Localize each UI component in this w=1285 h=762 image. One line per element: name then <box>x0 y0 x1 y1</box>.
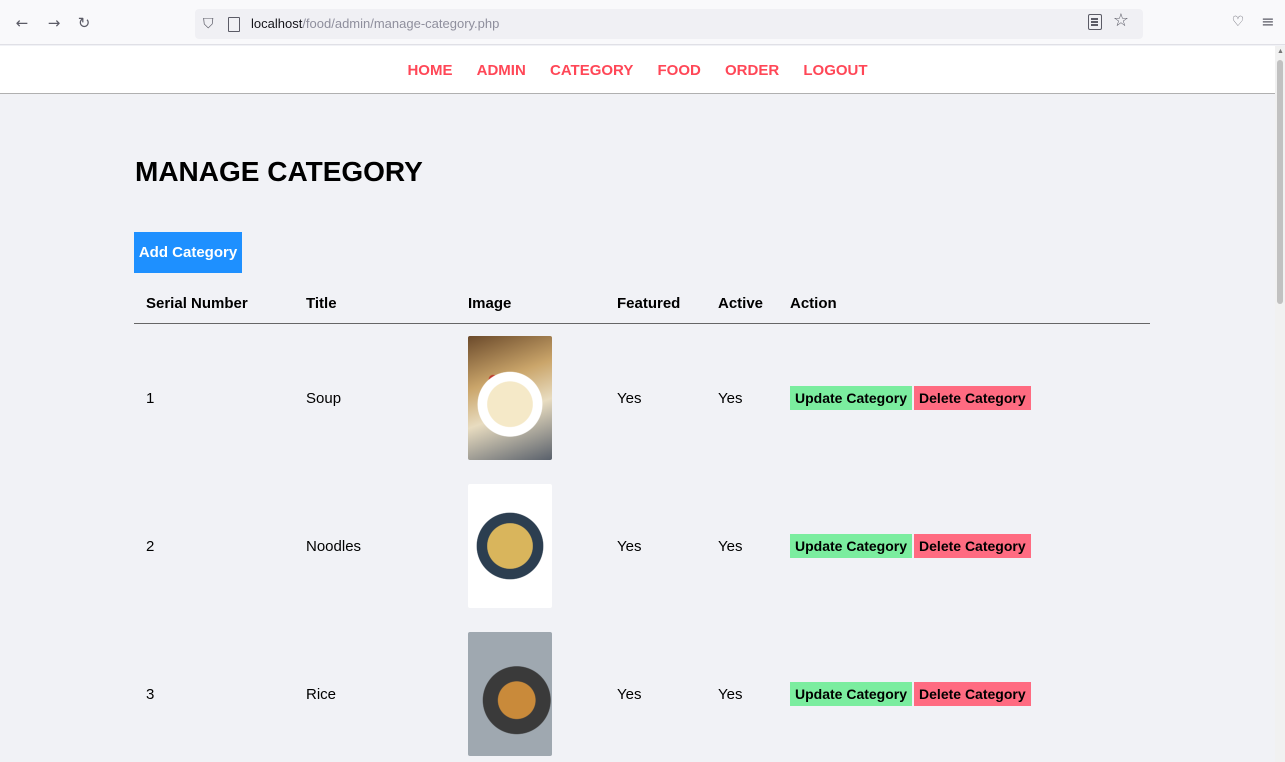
page-scrollbar[interactable]: ▲ <box>1275 46 1285 762</box>
cell-featured: Yes <box>617 537 642 555</box>
cell-featured: Yes <box>617 389 642 407</box>
cell-action: Update Category Delete Category <box>778 324 1150 472</box>
delete-category-button[interactable]: Delete Category <box>914 534 1031 558</box>
header-active: Active <box>706 284 778 324</box>
cell-serial: 2 <box>146 537 155 555</box>
url-host: localhost <box>251 16 303 31</box>
scroll-up-arrow-icon[interactable]: ▲ <box>1277 48 1284 56</box>
table-row: 2 Noodles Yes Yes Update Category Delete … <box>134 472 1150 620</box>
header-featured: Featured <box>605 284 706 324</box>
scroll-thumb[interactable] <box>1277 60 1283 304</box>
url-text[interactable]: localhost/food/admin/manage-category.php <box>251 16 499 31</box>
menu-food[interactable]: FOOD <box>658 62 701 79</box>
cell-serial: 1 <box>146 389 155 407</box>
header-action: Action <box>778 284 1150 324</box>
cell-image <box>456 472 605 620</box>
forward-arrow-icon[interactable]: → <box>44 13 64 33</box>
delete-category-button[interactable]: Delete Category <box>914 386 1031 410</box>
reload-icon[interactable]: ↻ <box>74 13 94 33</box>
address-bar[interactable]: ⛉ localhost/food/admin/manage-category.p… <box>195 9 1143 39</box>
cell-featured: Yes <box>617 685 642 703</box>
reader-view-icon[interactable] <box>1088 14 1102 30</box>
cell-title: Soup <box>306 389 342 407</box>
menu-order[interactable]: ORDER <box>725 62 779 79</box>
back-arrow-icon[interactable]: ← <box>12 13 32 33</box>
header-image: Image <box>456 284 605 324</box>
header-title: Title <box>294 284 456 324</box>
menu-admin[interactable]: ADMIN <box>477 62 526 79</box>
table-header-row: Serial Number Title Image Featured Activ… <box>134 284 1150 324</box>
table-row: 1 Soup Yes Yes Update Category Delete Cat… <box>134 324 1150 472</box>
url-path: /food/admin/manage-category.php <box>302 16 500 31</box>
category-image-soup <box>468 336 552 460</box>
menu-category[interactable]: CATEGORY <box>550 62 633 79</box>
site-header: HOME ADMIN CATEGORY FOOD ORDER LOGOUT <box>0 46 1275 94</box>
bookmark-star-icon[interactable]: ☆ <box>1110 10 1132 32</box>
update-category-button[interactable]: Update Category <box>790 534 913 558</box>
cell-action: Update Category Delete Category <box>778 472 1150 620</box>
page-title: MANAGE CATEGORY <box>135 156 423 187</box>
category-image-rice <box>468 632 552 756</box>
category-image-noodles <box>468 484 552 608</box>
update-category-button[interactable]: Update Category <box>790 386 913 410</box>
cell-active: Yes <box>718 537 743 555</box>
cell-action: Update Category Delete Category <box>778 620 1150 762</box>
menu-home[interactable]: HOME <box>407 62 452 79</box>
cell-image <box>456 324 605 472</box>
cell-title: Noodles <box>306 537 362 555</box>
cell-serial: 3 <box>146 685 155 703</box>
header-serial-number: Serial Number <box>134 284 294 324</box>
main-menu: HOME ADMIN CATEGORY FOOD ORDER LOGOUT <box>0 62 1275 79</box>
hamburger-menu-icon[interactable]: ≡ <box>1258 12 1278 32</box>
menu-logout[interactable]: LOGOUT <box>803 62 867 79</box>
cell-title: Rice <box>306 685 337 703</box>
shield-icon[interactable]: ⛉ <box>203 14 219 34</box>
delete-category-button[interactable]: Delete Category <box>914 682 1031 706</box>
cell-image <box>456 620 605 762</box>
cell-active: Yes <box>718 389 743 407</box>
update-category-button[interactable]: Update Category <box>790 682 913 706</box>
pocket-icon[interactable]: ♡ <box>1228 12 1248 32</box>
category-table: Serial Number Title Image Featured Activ… <box>134 284 1150 762</box>
table-row: 3 Rice Yes Yes Update Category Delete Cat… <box>134 620 1150 762</box>
add-category-button[interactable]: Add Category <box>134 232 242 273</box>
cell-active: Yes <box>718 685 743 703</box>
page-info-icon[interactable] <box>225 14 241 34</box>
browser-toolbar: ← → ↻ ⛉ localhost/food/admin/manage-cate… <box>0 0 1285 45</box>
